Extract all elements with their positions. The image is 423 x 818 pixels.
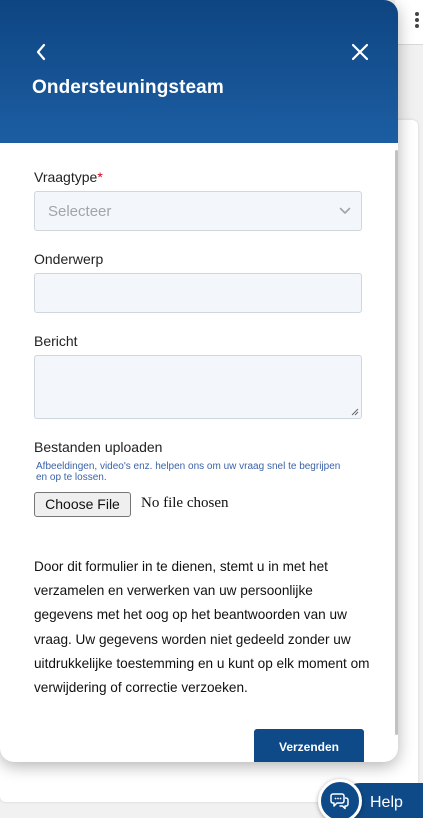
message-label: Bericht <box>34 333 78 349</box>
upload-hint: Afbeeldingen, video's enz. helpen ons om… <box>36 461 341 483</box>
question-type-label-text: Vraagtype <box>34 169 98 185</box>
subject-label: Onderwerp <box>34 251 104 267</box>
close-button[interactable] <box>348 40 372 64</box>
chevron-down-icon <box>339 207 351 214</box>
dialog-title: Ondersteuningsteam <box>32 77 224 98</box>
question-type-label: Vraagtype* <box>34 169 103 185</box>
submit-button[interactable]: Verzenden <box>254 729 364 762</box>
help-label: Help <box>370 794 403 811</box>
message-textarea[interactable] <box>34 355 362 419</box>
consent-text: Door dit formulier in te dienen, stemt u… <box>34 559 370 696</box>
resize-handle-icon[interactable] <box>351 408 359 416</box>
more-options-icon[interactable] <box>414 12 420 28</box>
dialog-scrollbar[interactable] <box>395 150 398 735</box>
back-button[interactable] <box>30 40 52 64</box>
chevron-left-icon <box>36 43 46 61</box>
question-type-value: Selecteer <box>48 202 112 220</box>
dialog-header: Ondersteuningsteam <box>0 0 398 143</box>
question-type-select[interactable]: Selecteer <box>34 191 362 231</box>
required-mark: * <box>97 169 103 185</box>
upload-label: Bestanden uploaden <box>34 439 163 455</box>
dialog-resize-grip-icon[interactable] <box>0 752 10 762</box>
help-launcher-icon-button[interactable] <box>318 779 362 818</box>
close-icon <box>351 43 369 61</box>
file-status: No file chosen <box>141 495 229 511</box>
subject-input[interactable] <box>34 273 362 313</box>
chat-bubbles-icon <box>330 793 349 810</box>
support-dialog: Ondersteuningsteam Vraagtype* Selecteer … <box>0 0 398 762</box>
choose-file-button[interactable]: Choose File <box>34 492 131 517</box>
